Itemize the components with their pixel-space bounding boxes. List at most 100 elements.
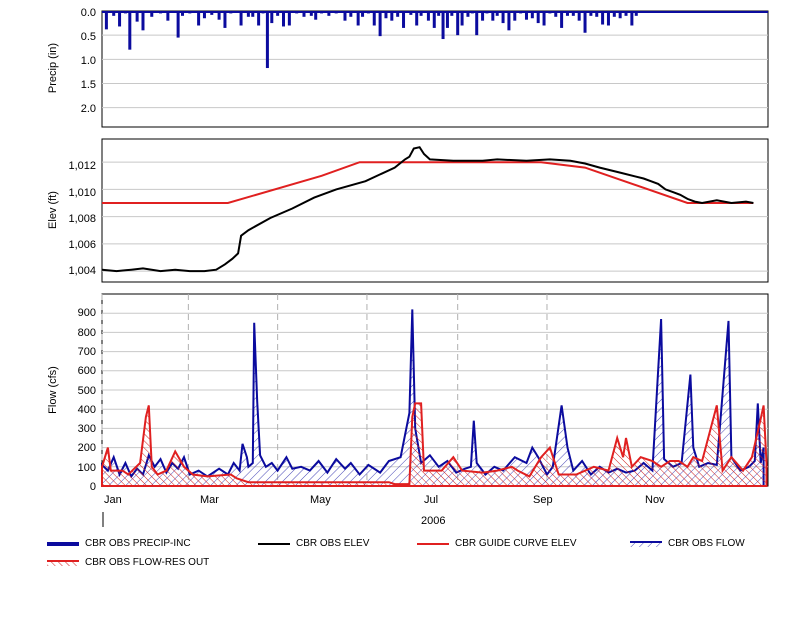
precip-bar: [481, 12, 485, 21]
precip-yticks: 0.0 0.5 1.0 1.5 2.0: [81, 7, 96, 115]
x-tick-label-may: May: [310, 494, 331, 506]
precip-bar: [513, 12, 517, 21]
legend-swatch-red-hatch: [47, 558, 79, 568]
legend-label: CBR OBS PRECIP-INC: [85, 538, 191, 549]
blue-hatch-icon: [630, 540, 662, 547]
precip-ytick-label: 1.0: [81, 55, 96, 67]
x-year-label: 2006: [421, 515, 445, 527]
x-tick-label-jul: Jul: [424, 494, 438, 506]
precip-bar: [217, 12, 221, 20]
precip-bar: [141, 12, 145, 31]
precip-bar: [176, 12, 180, 38]
precip-bar: [426, 12, 430, 21]
precip-bar: [560, 12, 564, 28]
precip-bar: [432, 12, 436, 28]
legend-swatch-blue-hatch: [630, 539, 662, 549]
precip-bar: [501, 12, 505, 24]
precip-bar: [270, 12, 274, 24]
precip-bar: [372, 12, 376, 26]
precip-bar: [475, 12, 479, 36]
x-axis: Jan Mar May Jul Sep Nov 2006: [102, 494, 665, 527]
precip-bar: [265, 12, 269, 69]
precip-bar: [491, 12, 495, 21]
legend-label: CBR OBS FLOW-RES OUT: [85, 557, 210, 568]
elev-panel: 1,004 1,006 1,008 1,010 1,012 Elev (ft): [47, 138, 769, 283]
elev-ytick-label: 1,004: [68, 265, 96, 277]
flow-ytick-label: 500: [78, 385, 96, 397]
precip-bar: [606, 12, 610, 26]
elev-ytick-label: 1,012: [68, 160, 96, 172]
precip-bar: [282, 12, 286, 27]
precip-ytick-label: 1.5: [81, 79, 96, 91]
precip-bar: [239, 12, 243, 26]
x-tick-label-mar: Mar: [200, 494, 219, 506]
hydrology-chart: 0.0 0.5 1.0 1.5 2.0 Precip (in) 1,004 1,…: [47, 7, 769, 527]
flow-ytick-label: 700: [78, 346, 96, 358]
legend-swatch-red-line: [417, 539, 449, 549]
precip-bar: [223, 12, 227, 28]
legend-item-precip: CBR OBS PRECIP-INC: [47, 538, 191, 549]
precip-bar: [118, 12, 122, 27]
elev-ytick-label: 1,008: [68, 213, 96, 225]
elev-ytick-label: 1,010: [68, 187, 96, 199]
precip-bar: [445, 12, 449, 28]
precip-bar: [536, 12, 540, 24]
flow-panel: 0 100 200 300 400 500 600 700 800 900 Fl…: [47, 293, 769, 527]
elev-ylabel: Elev (ft): [47, 191, 59, 229]
precip-bar: [257, 12, 261, 26]
precip-bar: [356, 12, 360, 26]
flow-ytick-label: 900: [78, 307, 96, 319]
precip-bar: [197, 12, 201, 26]
x-tick-label-jan: Jan: [104, 494, 122, 506]
red-hatch-icon: [47, 559, 79, 566]
legend-item-elev: CBR OBS ELEV: [258, 538, 369, 549]
flow-ytick-label: 800: [78, 327, 96, 339]
precip-bar: [524, 12, 528, 20]
precip-bar: [507, 12, 511, 31]
flow-yticks: 0 100 200 300 400 500 600 700 800 900: [78, 307, 96, 493]
precip-plot-frame: [101, 10, 769, 128]
x-tick-label-nov: Nov: [645, 494, 665, 506]
precip-ytick-label: 2.0: [81, 103, 96, 115]
precip-bar: [402, 12, 406, 28]
x-tick-label-sep: Sep: [533, 494, 553, 506]
legend: CBR OBS PRECIP-INC CBR OBS ELEV CBR GUID…: [0, 532, 800, 582]
precip-ylabel: Precip (in): [47, 43, 59, 93]
elev-yticks: 1,004 1,006 1,008 1,010 1,012: [68, 160, 96, 277]
flow-ytick-label: 100: [78, 462, 96, 474]
flow-ytick-label: 0: [90, 481, 96, 493]
legend-item-res-out: CBR OBS FLOW-RES OUT: [47, 557, 209, 568]
precip-bar: [441, 12, 445, 40]
precip-bar: [630, 12, 634, 26]
precip-bar: [287, 12, 291, 26]
precip-bar: [583, 12, 587, 33]
flow-ytick-label: 200: [78, 442, 96, 454]
precip-bar: [128, 12, 132, 50]
precip-bar: [135, 12, 139, 22]
legend-item-guide: CBR GUIDE CURVE ELEV: [417, 538, 577, 549]
elev-ytick-label: 1,006: [68, 239, 96, 251]
flow-ytick-label: 300: [78, 423, 96, 435]
precip-ytick-label: 0.0: [81, 7, 96, 19]
legend-swatch-thick-blue: [47, 539, 79, 549]
precip-bar: [460, 12, 464, 26]
precip-bar: [166, 12, 170, 21]
precip-panel: 0.0 0.5 1.0 1.5 2.0 Precip (in): [47, 7, 769, 128]
legend-label: CBR OBS FLOW: [668, 538, 745, 549]
legend-label: CBR GUIDE CURVE ELEV: [455, 538, 577, 549]
precip-bar: [343, 12, 347, 21]
precip-bar: [456, 12, 460, 36]
precip-bar: [378, 12, 382, 37]
precip-bar: [601, 12, 605, 25]
precip-bar: [542, 12, 546, 26]
precip-bar: [415, 12, 419, 26]
precip-bar: [390, 12, 394, 21]
flow-ytick-label: 400: [78, 404, 96, 416]
flow-ylabel: Flow (cfs): [47, 366, 59, 414]
precip-bar: [314, 12, 318, 20]
legend-label: CBR OBS ELEV: [296, 538, 370, 549]
flow-ytick-label: 600: [78, 365, 96, 377]
precip-bar: [104, 12, 108, 30]
legend-item-flow: CBR OBS FLOW: [630, 538, 745, 549]
precip-ytick-label: 0.5: [81, 31, 96, 43]
